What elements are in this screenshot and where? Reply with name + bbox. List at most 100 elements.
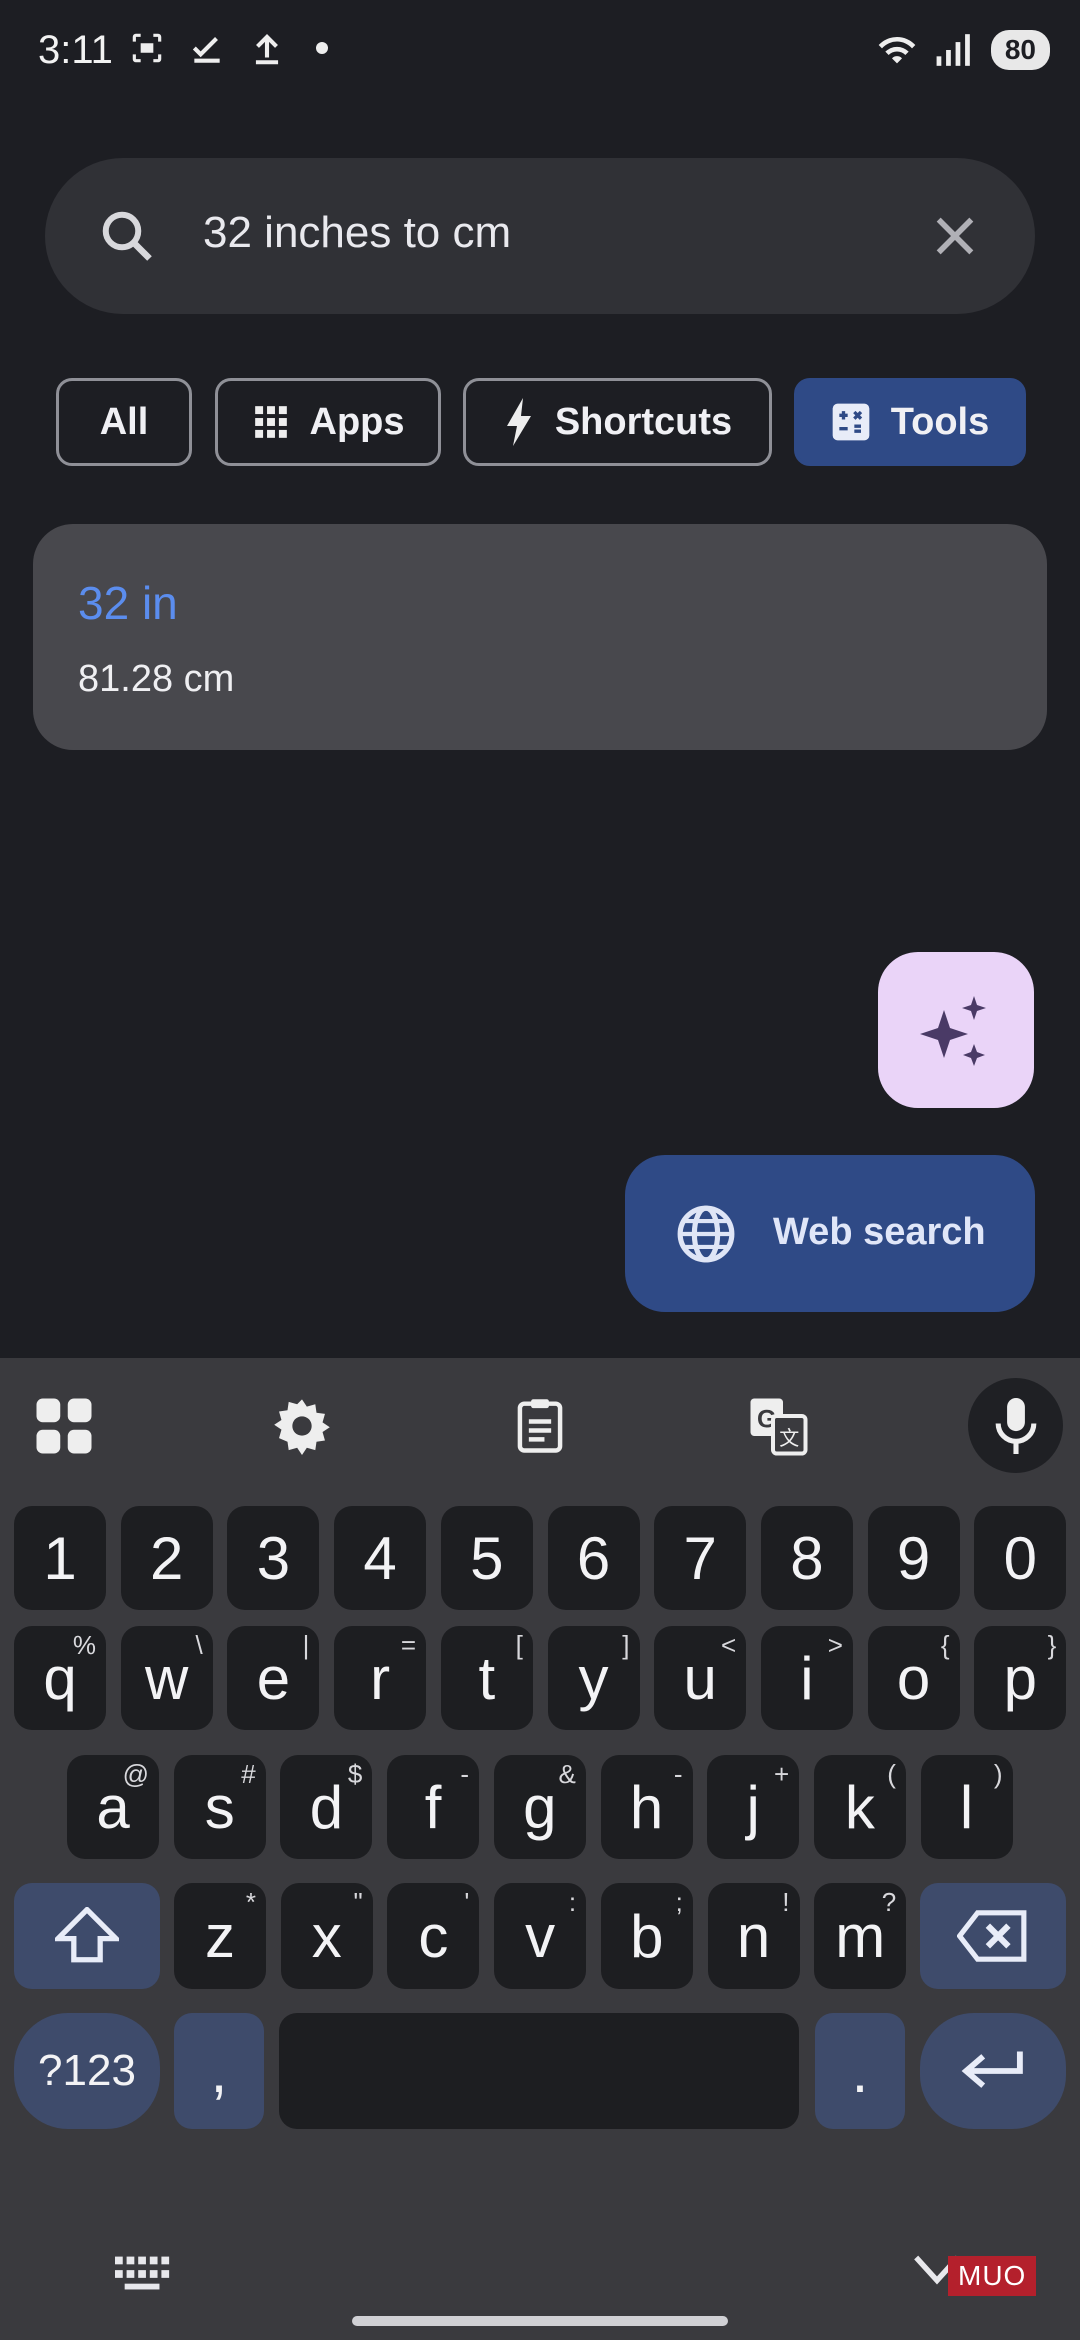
key-2[interactable]: 2 [120,1506,213,1610]
gesture-bar[interactable] [352,2316,728,2326]
sparkle-icon [920,996,986,1066]
key-6[interactable]: 6 [547,1506,640,1610]
key-hint: - [460,1759,470,1789]
filter-chip-shortcuts[interactable]: Shortcuts [463,378,772,466]
key-9[interactable]: 9 [867,1506,960,1610]
key-label: 9 [896,1524,931,1592]
key-q[interactable]: q% [14,1626,106,1730]
period-key[interactable]: . [815,2013,905,2129]
search-input[interactable]: 32 inches to cm [203,208,511,258]
key-label: l [959,1773,974,1841]
key-z[interactable]: z * [174,1883,266,1989]
key-hint: @ [122,1759,149,1789]
key-p[interactable]: p} [974,1626,1067,1730]
key-f[interactable]: f- [387,1755,480,1859]
key-8[interactable]: 8 [760,1506,853,1610]
key-3[interactable]: 3 [227,1506,320,1610]
key-label: k [844,1773,875,1841]
shift-key[interactable] [14,1883,160,1989]
ai-assist-button[interactable] [878,952,1034,1108]
key-a[interactable]: a @ [67,1755,159,1859]
key-1[interactable]: 1 [14,1506,106,1610]
conversion-query: 32 in [78,577,178,629]
key-0[interactable]: 0 [974,1506,1067,1610]
period-key-label: . [851,2037,869,2105]
space-key[interactable] [279,2013,799,2129]
clear-icon[interactable] [927,208,983,264]
key-d[interactable]: d $ [280,1755,373,1859]
key-u[interactable]: u < [654,1626,747,1730]
kb-settings-button[interactable] [262,1386,342,1466]
key-hint: < [721,1630,737,1660]
key-t[interactable]: t[ [440,1626,533,1730]
key-b[interactable]: b; [600,1883,693,1989]
symbols-key[interactable]: ?123 [14,2013,160,2129]
key-l[interactable]: l) [920,1755,1013,1859]
key-hint: [ [515,1630,523,1660]
translate-icon: G文 [750,1398,808,1456]
key-label: 7 [683,1524,717,1592]
comma-key[interactable]: , [174,2013,264,2129]
key-hint: : [568,1887,577,1917]
key-label: 4 [363,1524,397,1592]
key-label: 2 [150,1524,184,1592]
upload-icon [255,34,279,65]
filter-chip-all[interactable]: All [56,378,192,466]
comma-key-label: , [210,2037,228,2105]
screenshot-icon [132,33,162,63]
key-label: m [835,1902,886,1970]
key-4[interactable]: 4 [334,1506,427,1610]
key-i[interactable]: i > [760,1626,853,1730]
key-5[interactable]: 5 [440,1506,533,1610]
kb-voice-button[interactable] [968,1378,1063,1473]
mic-icon [995,1397,1036,1454]
grid-icon [254,406,287,438]
keyboard-switch-icon[interactable] [115,2256,173,2292]
key-n[interactable]: n! [707,1883,800,1989]
key-hint: { [940,1630,950,1660]
conversion-result-card[interactable]: 32 in 81.28 cm [33,524,1047,750]
key-label: 5 [470,1524,504,1592]
kb-apps-button[interactable] [24,1386,104,1466]
key-e[interactable]: e | [227,1626,320,1730]
chip-label: Tools [890,400,990,443]
key-k[interactable]: k( [813,1755,906,1859]
key-v[interactable]: v: [494,1883,587,1989]
chip-label: Apps [309,400,405,443]
key-j[interactable]: j + [707,1755,800,1859]
key-hint: $ [347,1759,363,1789]
search-bar[interactable]: 32 inches to cm [45,158,1035,314]
key-o[interactable]: o{ [867,1626,960,1730]
key-m[interactable]: m? [814,1883,907,1989]
conversion-answer: 81.28 cm [78,658,235,700]
key-label: 0 [1003,1524,1037,1592]
key-y[interactable]: y] [547,1626,640,1730]
key-label: s [204,1773,235,1841]
apps-grid-icon [36,1398,92,1454]
web-search-button[interactable]: Web search [625,1155,1035,1312]
kb-translate-button[interactable]: G文 [738,1386,818,1466]
key-hint: + [774,1759,790,1789]
calculator-icon [832,403,870,441]
key-hint: ( [887,1759,896,1789]
key-label: 1 [43,1524,77,1592]
key-h[interactable]: h- [600,1755,693,1859]
key-c[interactable]: c ' [387,1883,480,1989]
key-r[interactable]: r = [334,1626,427,1730]
kb-clipboard-button[interactable] [500,1386,580,1466]
key-g[interactable]: g & [493,1755,586,1859]
key-label: n [736,1902,771,1970]
filter-chip-tools[interactable]: Tools [794,378,1026,466]
key-7[interactable]: 7 [654,1506,747,1610]
key-label: h [629,1773,664,1841]
filter-chip-apps[interactable]: Apps [215,378,441,466]
key-s[interactable]: s # [173,1755,266,1859]
backspace-key[interactable] [920,1883,1066,1989]
battery-indicator: 80 [990,30,1050,70]
key-x[interactable]: x " [280,1883,373,1989]
enter-key[interactable] [920,2013,1066,2129]
key-label: y [578,1644,609,1712]
key-label: e [256,1644,291,1712]
key-w[interactable]: w \ [120,1626,213,1730]
key-label: z [205,1902,235,1970]
